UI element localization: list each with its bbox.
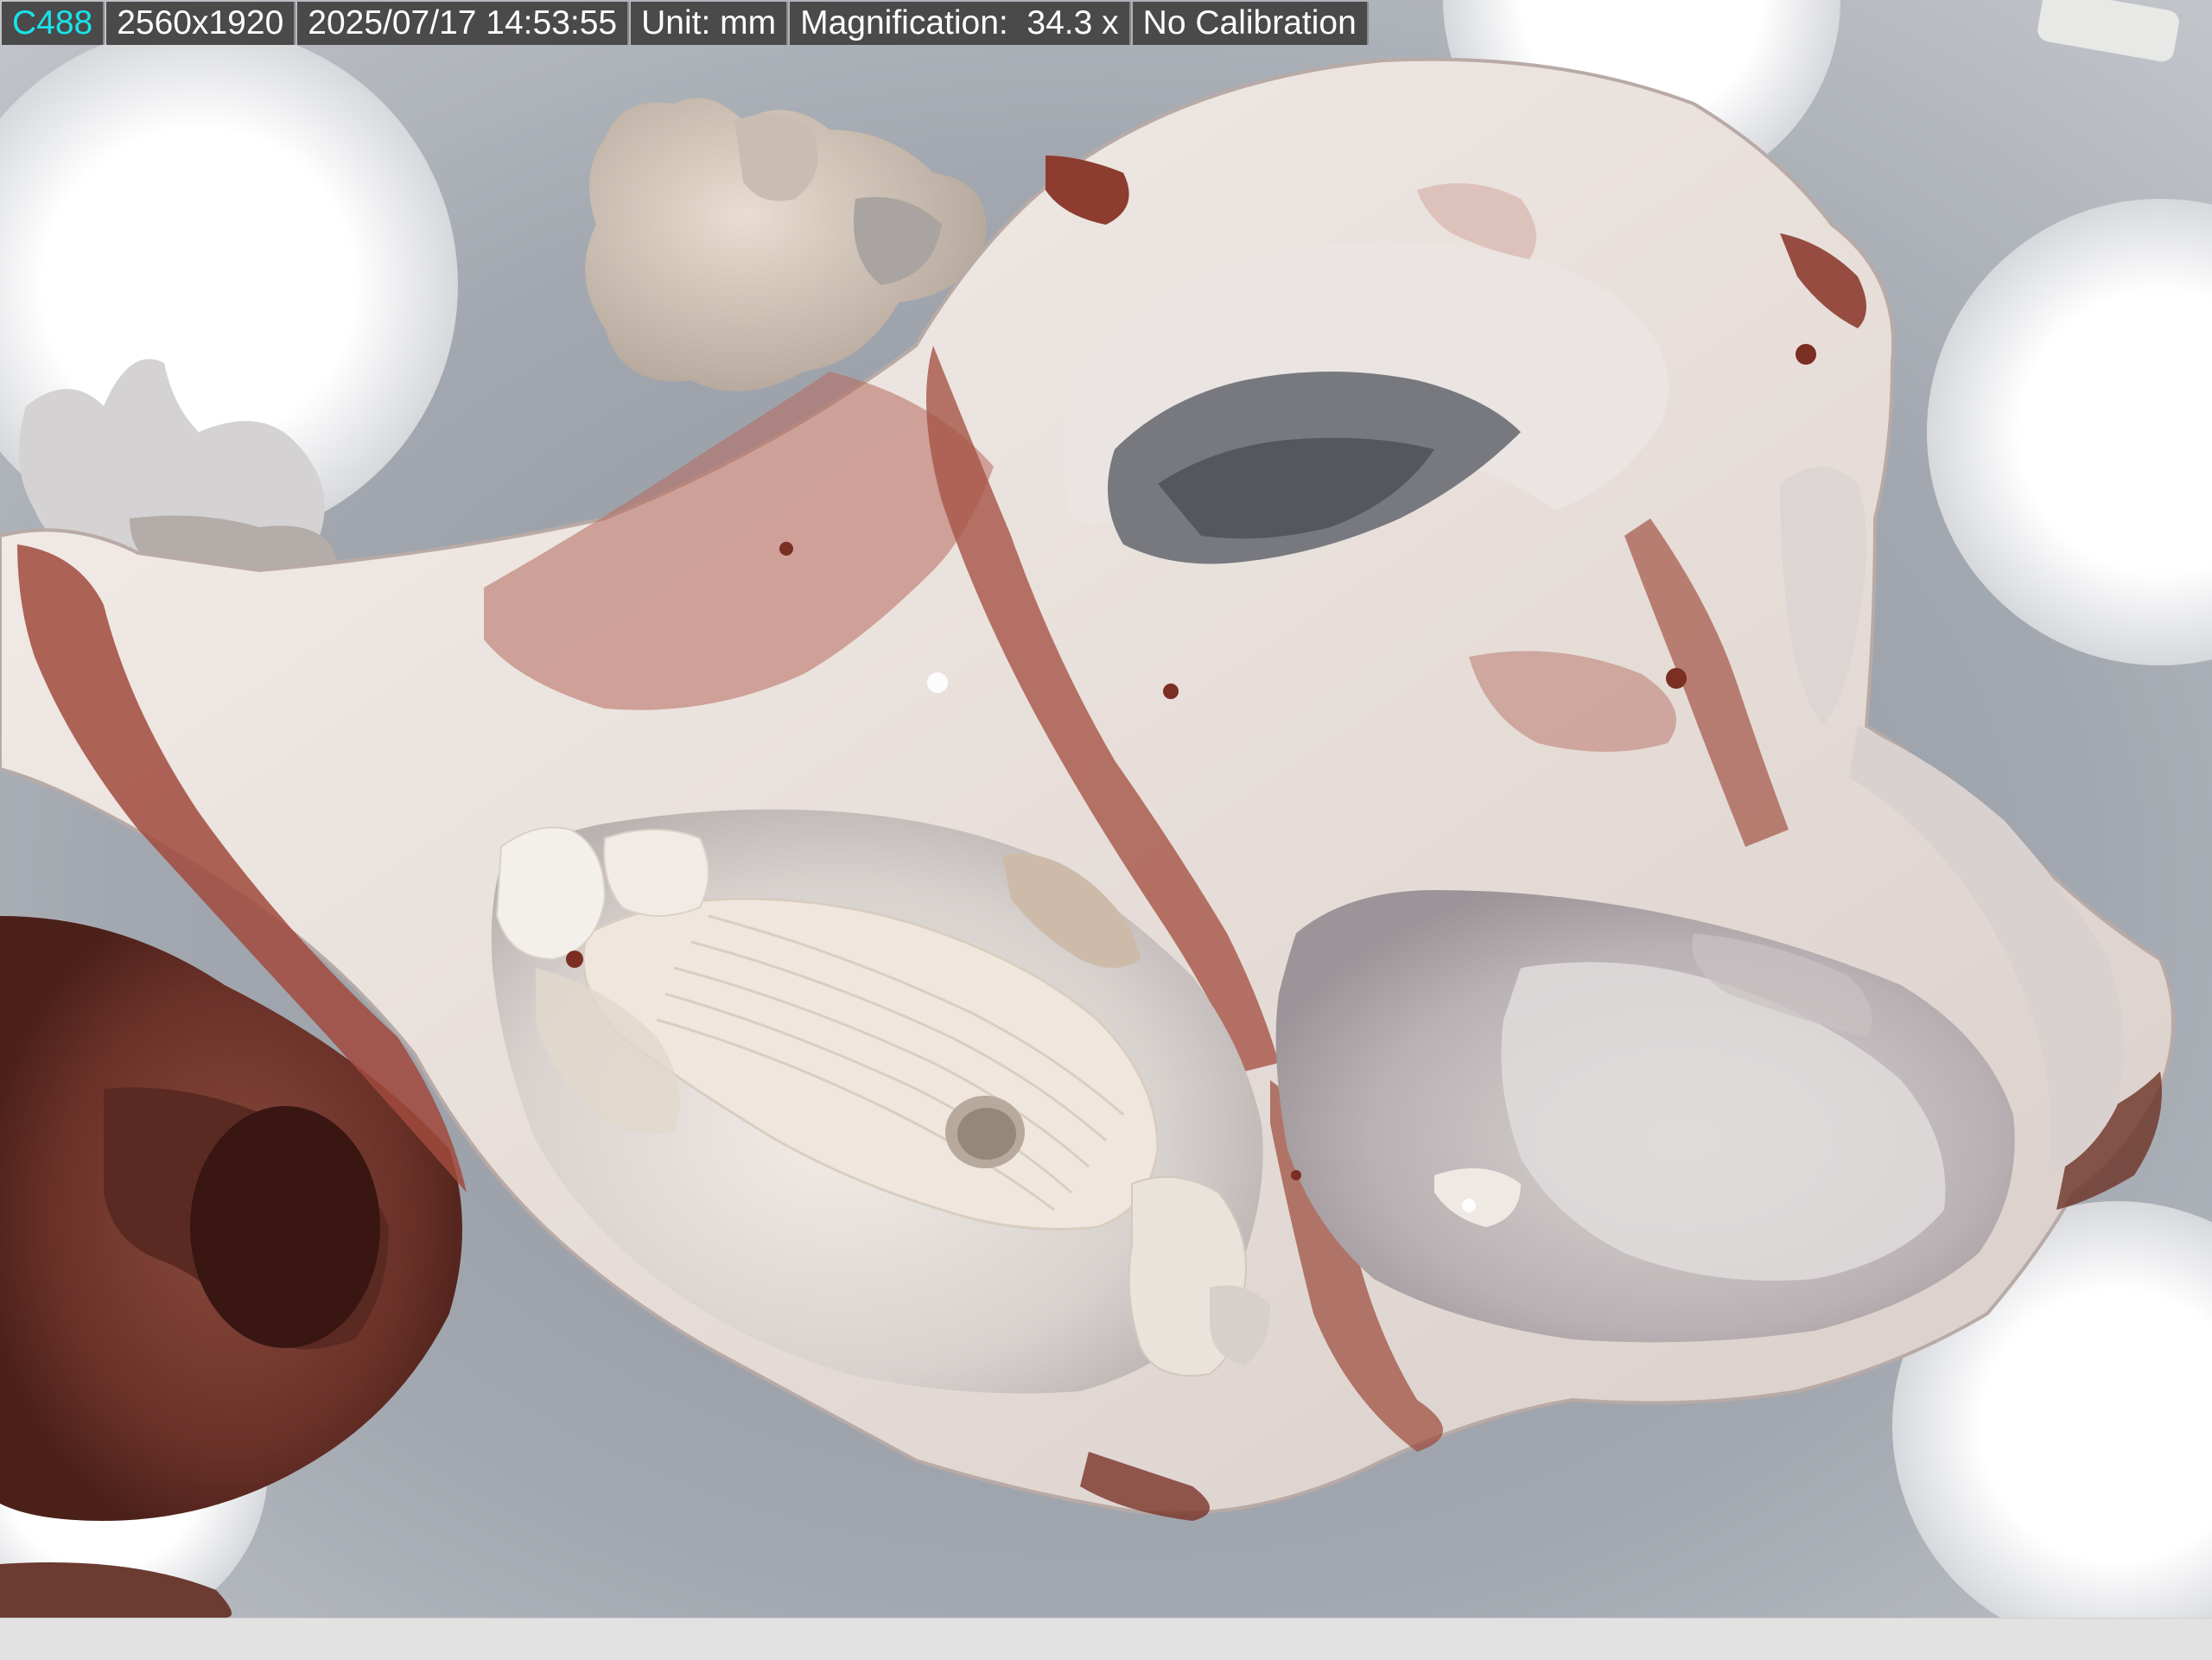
unit-label: Unit: mm [631,2,789,45]
camera-info-bar: C488 2560x1920 2025/07/17 14:53:55 Unit:… [2,2,1369,45]
magnification-value: 34.3 x [1027,4,1119,41]
magnification-label: Magnification: [800,4,1008,41]
resolution-label: 2560x1920 [106,2,296,45]
specimen-image [0,0,2212,1618]
camera-id-label: C488 [2,2,105,45]
datetime-label: 2025/07/17 14:53:55 [297,2,630,45]
bottom-status-strip [0,1618,2212,1660]
microscope-image-viewport[interactable] [0,0,2212,1618]
calibration-status: No Calibration [1132,2,1369,45]
magnification-readout: Magnification: 34.3 x [790,2,1131,45]
